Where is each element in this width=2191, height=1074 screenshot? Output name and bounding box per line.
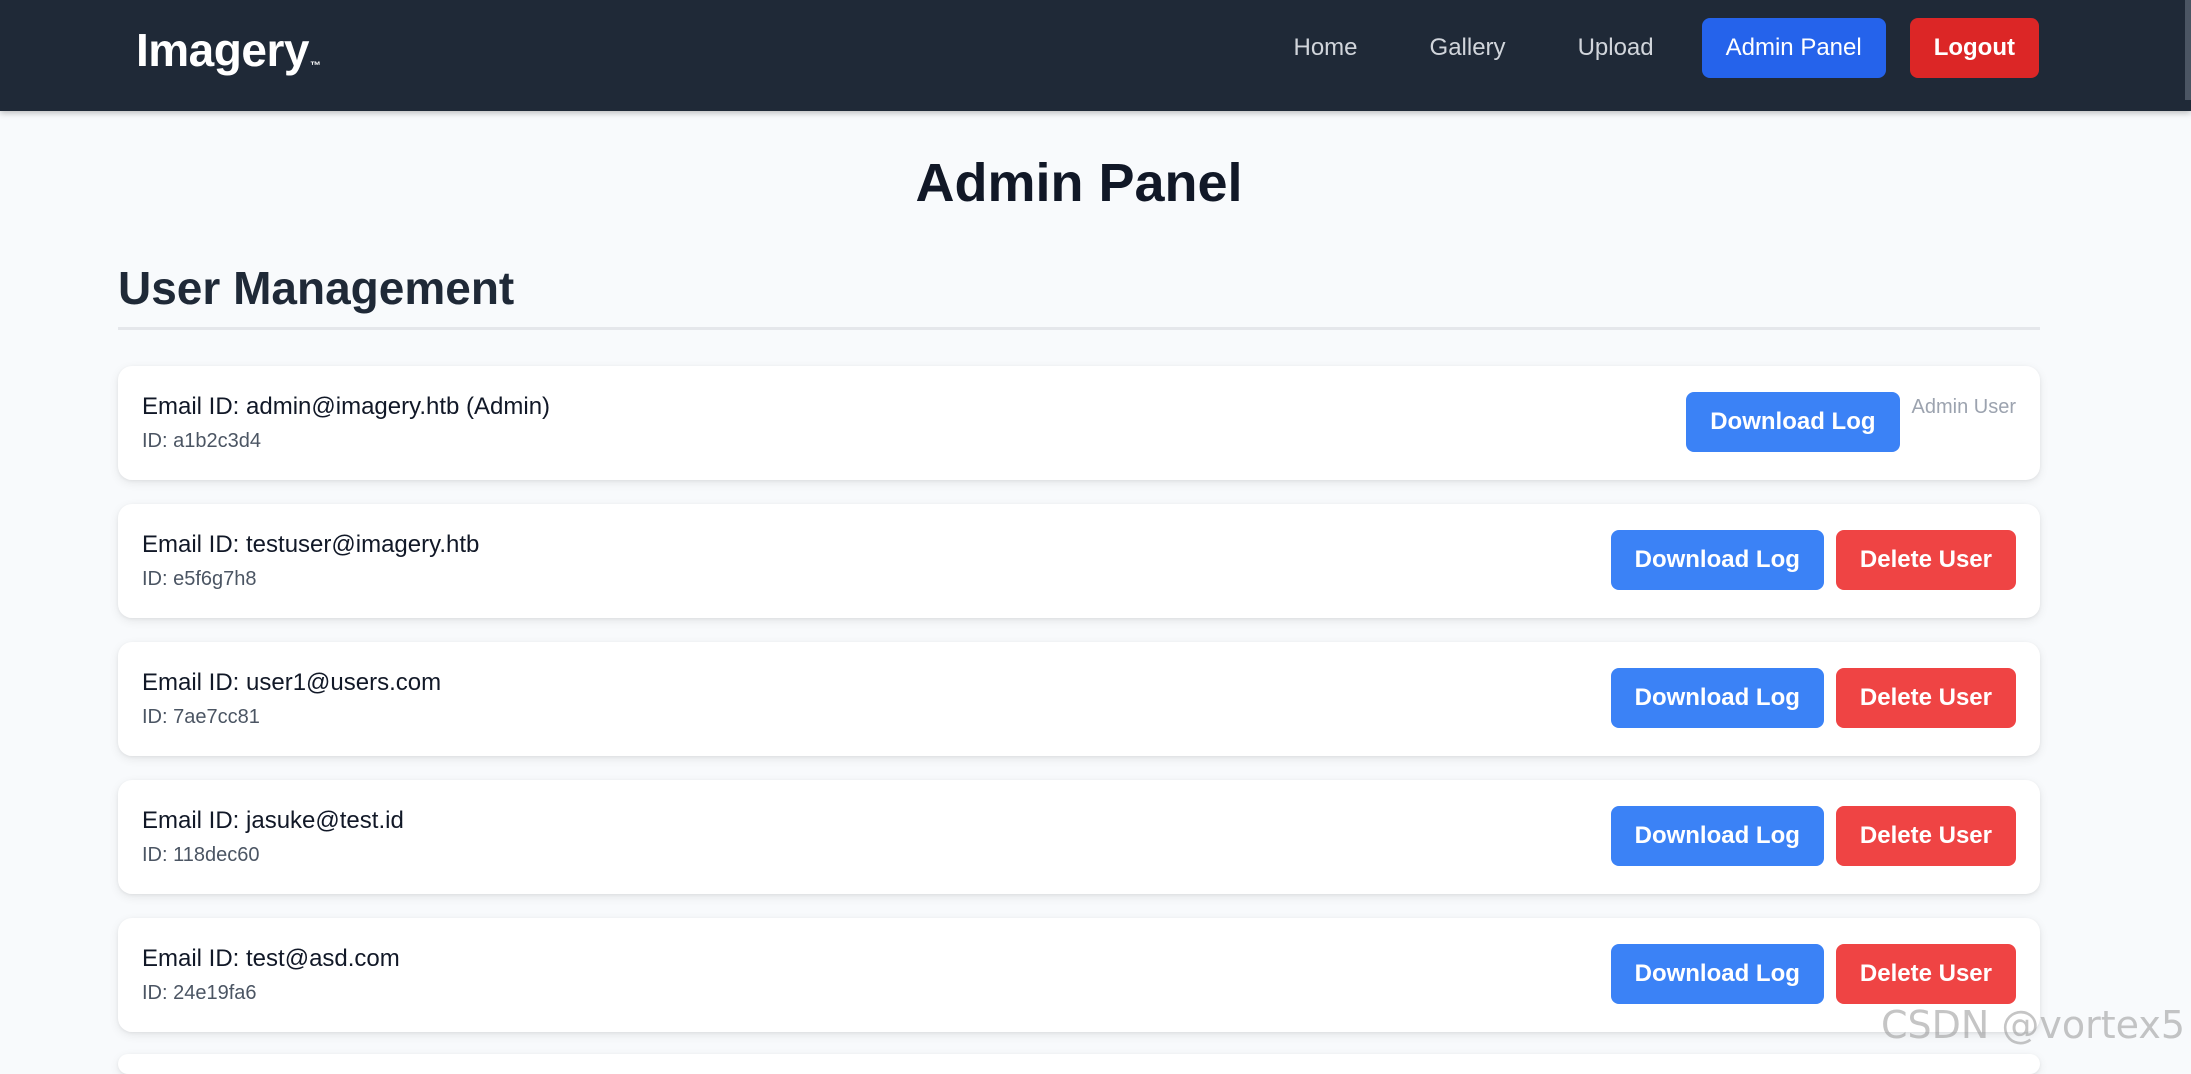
- download-log-button[interactable]: Download Log: [1610, 944, 1824, 1004]
- delete-user-button[interactable]: Delete User: [1835, 944, 2016, 1004]
- download-log-button[interactable]: Download Log: [1610, 668, 1824, 728]
- delete-user-button[interactable]: Delete User: [1835, 530, 2016, 590]
- watermark: CSDN @vortex5: [1880, 1003, 2185, 1047]
- user-actions: Download Log Delete User: [1610, 806, 2016, 866]
- nav-link-gallery[interactable]: Gallery: [1394, 18, 1542, 78]
- nav-links: Home Gallery Upload Admin Panel Logout: [1258, 18, 2039, 78]
- download-log-button[interactable]: Download Log: [1686, 392, 1900, 452]
- user-email: Email ID: testuser@imagery.htb: [142, 531, 480, 558]
- user-id: ID: e5f6g7h8: [142, 568, 257, 590]
- user-card: Email ID: test@asd.com ID: 24e19fa6 Down…: [118, 918, 2040, 1032]
- nav-link-upload[interactable]: Upload: [1542, 18, 1690, 78]
- user-id: ID: 24e19fa6: [142, 982, 257, 1004]
- page-title: Admin Panel: [915, 153, 1243, 213]
- delete-user-button[interactable]: Delete User: [1835, 806, 2016, 866]
- section-divider: [118, 327, 2040, 330]
- user-email: Email ID: test@asd.com: [142, 945, 400, 972]
- admin-panel-button[interactable]: Admin Panel: [1701, 18, 1886, 78]
- user-id: ID: 7ae7cc81: [142, 706, 260, 728]
- user-id: ID: 118dec60: [142, 844, 260, 866]
- admin-user-label: Admin User: [1911, 396, 2016, 418]
- brand-logo[interactable]: Imagery™: [136, 24, 321, 76]
- delete-user-button[interactable]: Delete User: [1835, 668, 2016, 728]
- user-list: Email ID: admin@imagery.htb (Admin) ID: …: [118, 366, 2040, 1056]
- user-actions: Download Log Delete User: [1610, 668, 2016, 728]
- download-log-button[interactable]: Download Log: [1610, 530, 1824, 590]
- logout-button[interactable]: Logout: [1909, 18, 2039, 78]
- trademark-mark: ™: [309, 60, 321, 72]
- nav-link-home[interactable]: Home: [1258, 18, 1394, 78]
- user-id: ID: a1b2c3d4: [142, 430, 261, 452]
- user-email: Email ID: user1@users.com: [142, 669, 442, 696]
- user-card: Email ID: user1@users.com ID: 7ae7cc81 D…: [118, 642, 2040, 756]
- user-actions: Download Log Delete User: [1610, 530, 2016, 590]
- download-log-button[interactable]: Download Log: [1610, 806, 1824, 866]
- user-email: Email ID: admin@imagery.htb (Admin): [142, 393, 551, 420]
- user-card-partial: [118, 1054, 2040, 1074]
- user-actions: Download Log Delete User: [1610, 944, 2016, 1004]
- user-card: Email ID: jasuke@test.id ID: 118dec60 Do…: [118, 780, 2040, 894]
- scrollbar-thumb[interactable]: [2185, 0, 2191, 100]
- user-email: Email ID: jasuke@test.id: [142, 807, 404, 834]
- user-card: Email ID: testuser@imagery.htb ID: e5f6g…: [118, 504, 2040, 618]
- user-actions: Download Log Admin User: [1686, 392, 2016, 452]
- top-navbar: Imagery™ Home Gallery Upload Admin Panel…: [0, 0, 2191, 111]
- user-card: Email ID: admin@imagery.htb (Admin) ID: …: [118, 366, 2040, 480]
- section-title: User Management: [118, 262, 515, 314]
